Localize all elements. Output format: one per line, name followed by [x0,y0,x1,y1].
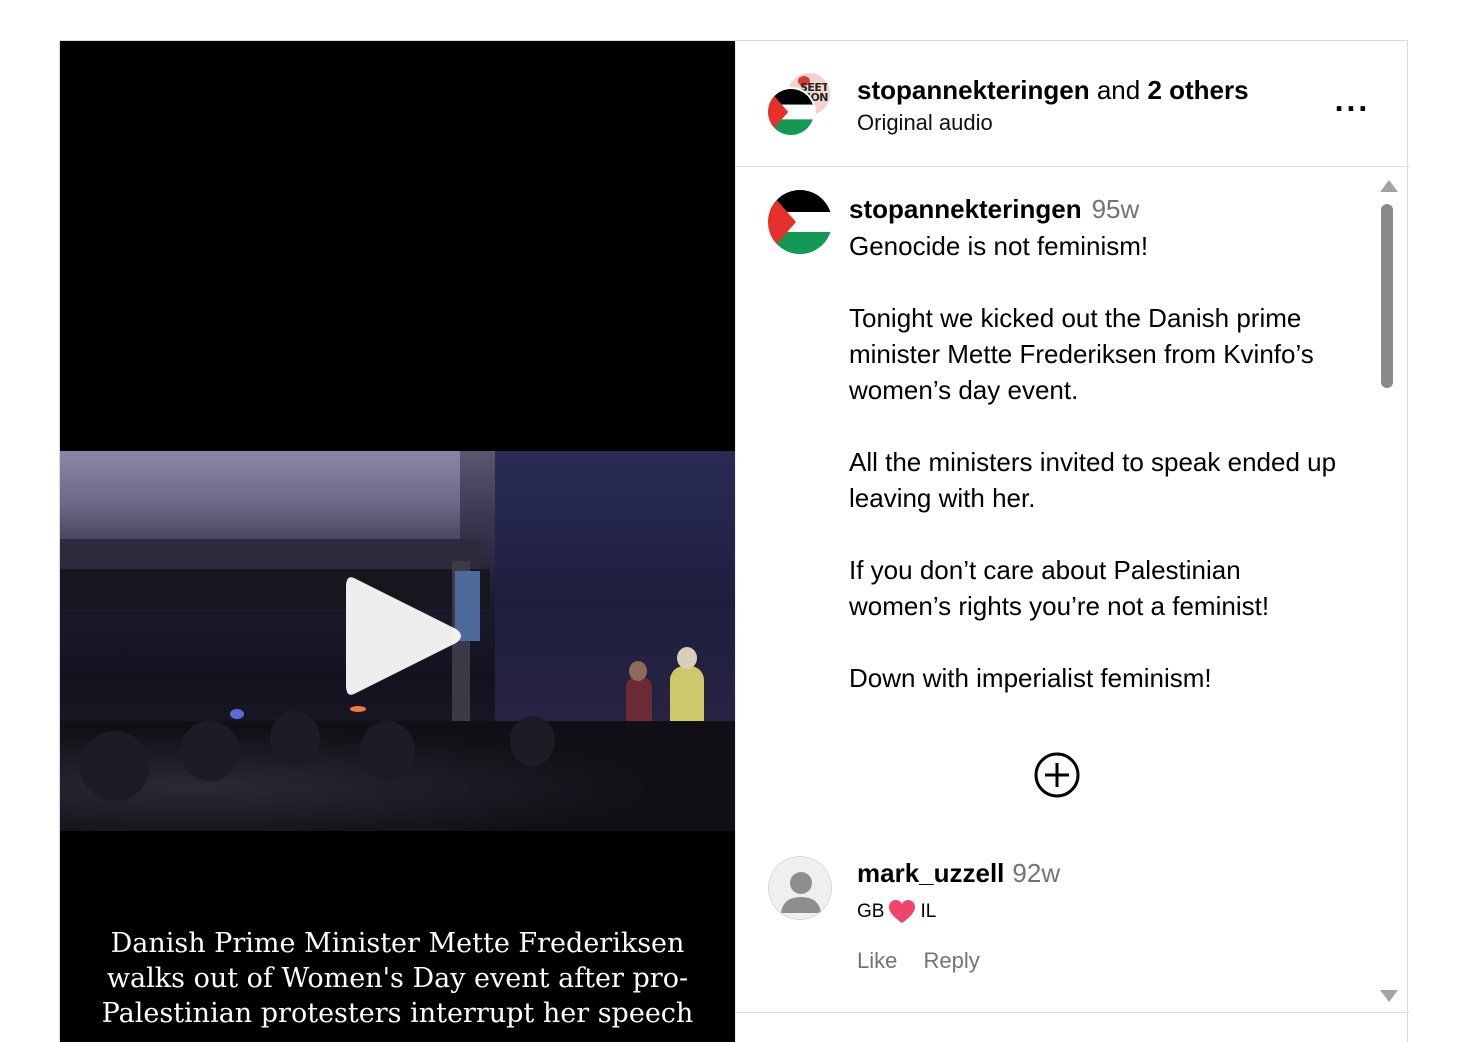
heart-emoji-icon [889,900,916,923]
stage-light [350,706,366,712]
audience [60,706,735,831]
like-comment-button[interactable]: Like [857,948,897,973]
audience-head [180,721,240,781]
post-caption: Genocide is not feminism! Tonight we kic… [849,231,1337,693]
comments-pane: stopannekteringen 95w Genocide is not fem… [736,168,1409,1013]
caption-line: Danish Prime Minister Mette Frederiksen [110,928,685,959]
post-author-username[interactable]: stopannekteringen [849,194,1082,224]
palestine-flag-icon [768,190,832,254]
post-author-avatar[interactable] [768,190,832,254]
header-others[interactable]: 2 others [1147,75,1248,105]
audience-head [270,711,320,766]
more-options-button[interactable]: ... [1332,90,1372,116]
play-icon[interactable] [342,571,467,701]
header-and: and [1096,75,1141,105]
header-title: stopannekteringen and 2 others [857,73,1249,107]
post-header: SEET MON stopannekteringen and 2 others … [736,41,1409,167]
audience-head [80,731,150,801]
video-caption: Danish Prime Minister Mette Frederiksen … [60,926,735,1031]
post-dialog: Danish Prime Minister Mette Frederiksen … [59,40,1409,1042]
comment-username[interactable]: mark_uzzell [857,858,1004,888]
collab-avatars[interactable]: SEET MON [766,71,836,141]
comments-scrollbar[interactable] [1376,174,1398,1009]
stage-light [230,709,244,719]
comment-author-line: mark_uzzell 92w [857,856,1060,890]
post-sidebar: SEET MON stopannekteringen and 2 others … [735,41,1409,1042]
scroll-up-arrow-icon[interactable] [1380,180,1398,192]
comment-timestamp[interactable]: 92w [1012,858,1060,888]
scroll-down-arrow-icon[interactable] [1380,990,1398,1002]
caption-line: walks out of Women's Day event after pro… [106,963,689,994]
caption-line: Palestinian protesters interrupt her spe… [101,998,694,1029]
post-author-line: stopannekteringen 95w [849,192,1139,226]
person-head [629,661,647,681]
audio-label[interactable]: Original audio [857,109,993,137]
palestine-flag-icon [768,89,814,135]
balcony-rail [60,539,480,569]
comment-text: GB IL [857,899,936,925]
header-username[interactable]: stopannekteringen [857,75,1090,105]
video-player[interactable]: Danish Prime Minister Mette Frederiksen … [60,41,735,1042]
comment-text-right: IL [920,901,937,922]
commenter-avatar[interactable] [768,856,832,920]
comment-actions: Like Reply [857,946,1000,976]
load-more-comments-icon[interactable] [1033,751,1081,799]
divider [736,1012,1409,1013]
reply-comment-button[interactable]: Reply [923,948,979,973]
comment-text-left: GB [857,901,885,922]
audience-head [510,716,555,766]
audience-head [360,721,415,781]
balcony [60,451,460,539]
speaker-head [677,647,697,669]
scrollbar-thumb[interactable] [1381,204,1393,388]
default-user-icon [781,872,821,913]
post-timestamp[interactable]: 95w [1092,194,1140,224]
avatar[interactable] [766,87,816,137]
